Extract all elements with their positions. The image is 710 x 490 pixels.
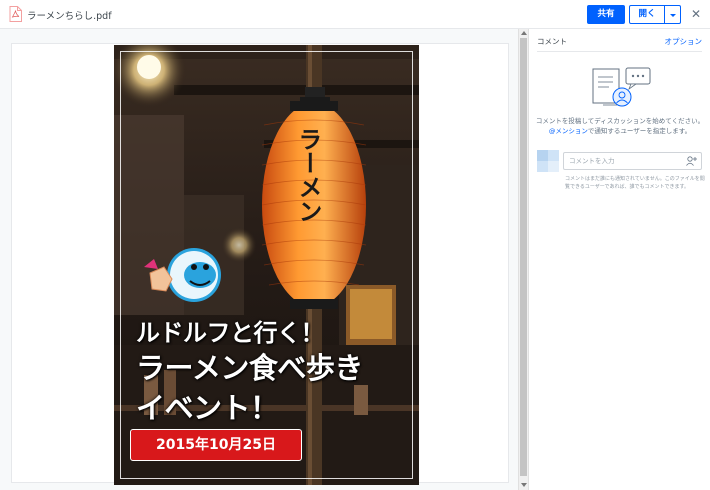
- poster-headline-2: ラーメン食べ歩き: [136, 351, 363, 385]
- help-line-2: @メンションで通知するユーザーを指定します。: [535, 126, 705, 136]
- avatar: [537, 150, 559, 172]
- comment-note: コメントはまだ誰にも通知されていません。このファイルを閲覧できるユーザーであれば…: [565, 176, 705, 190]
- mention-user-icon[interactable]: [686, 156, 697, 166]
- scroll-up-arrow-icon[interactable]: [521, 31, 527, 35]
- share-button[interactable]: 共有: [587, 5, 625, 24]
- open-dropdown-button[interactable]: [665, 5, 681, 24]
- poster-image: ラーメン ルドルフと行く！ ラーメン食べ歩き イベント！ 2015年10月25日: [114, 45, 419, 485]
- mention-link[interactable]: @メンション: [549, 127, 588, 135]
- open-button[interactable]: 開く: [629, 5, 665, 24]
- help-line-2-rest: で通知するユーザーを指定します。: [587, 127, 692, 135]
- event-date-badge: 2015年10月25日: [130, 429, 302, 461]
- help-line-1: コメントを投稿してディスカッションを始めてください。: [535, 117, 705, 125]
- scrollbar-thumb[interactable]: [520, 38, 527, 476]
- scroll-down-arrow-icon[interactable]: [521, 483, 527, 487]
- vertical-scrollbar[interactable]: [518, 29, 529, 490]
- poster-headline-1: ルドルフと行く！: [136, 319, 325, 347]
- comment-panel: コメント オプション コメントを投稿してディスカッションを始めてください。 @メ…: [529, 29, 710, 490]
- top-bar: ラーメンちらし.pdf 共有 開く ✕: [0, 0, 710, 29]
- close-icon[interactable]: ✕: [688, 6, 704, 22]
- pdf-file-icon: [9, 6, 22, 22]
- options-link[interactable]: オプション: [665, 36, 703, 47]
- file-name: ラーメンちらし.pdf: [27, 11, 112, 22]
- panel-title: コメント: [537, 37, 567, 46]
- lantern-text: ラーメン: [294, 127, 322, 223]
- comment-input[interactable]: [563, 152, 702, 170]
- comment-help-text: コメントを投稿してディスカッションを始めてください。 @メンションで通知するユー…: [535, 116, 705, 136]
- comment-illustration-icon: [592, 67, 651, 107]
- panel-divider: [537, 51, 702, 52]
- poster-headline-3: イベント！: [136, 391, 279, 425]
